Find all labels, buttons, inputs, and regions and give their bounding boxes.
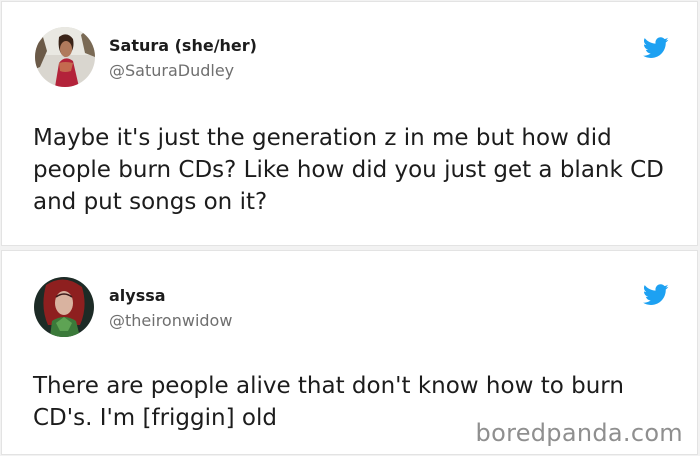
display-name[interactable]: alyssa [109,286,232,306]
user-handle[interactable]: @theironwidow [109,311,232,331]
display-name[interactable]: Satura (she/her) [109,36,257,56]
tweet-text: Maybe it's just the generation z in me b… [33,125,664,215]
tweet-screenshot-page: Satura (she/her) @SaturaDudley Maybe it'… [0,0,700,456]
tweet-author: alyssa @theironwidow [109,286,232,331]
avatar[interactable] [35,27,95,87]
watermark: boredpanda.com [475,419,683,447]
twitter-bird-icon[interactable] [643,284,669,306]
tweet-card: Satura (she/her) @SaturaDudley Maybe it'… [1,1,698,246]
twitter-bird-icon[interactable] [643,37,669,59]
avatar-photo [35,27,95,87]
avatar-photo [34,277,94,337]
tweet-author: Satura (she/her) @SaturaDudley [109,36,257,81]
user-handle[interactable]: @SaturaDudley [109,61,257,81]
avatar[interactable] [34,277,94,337]
